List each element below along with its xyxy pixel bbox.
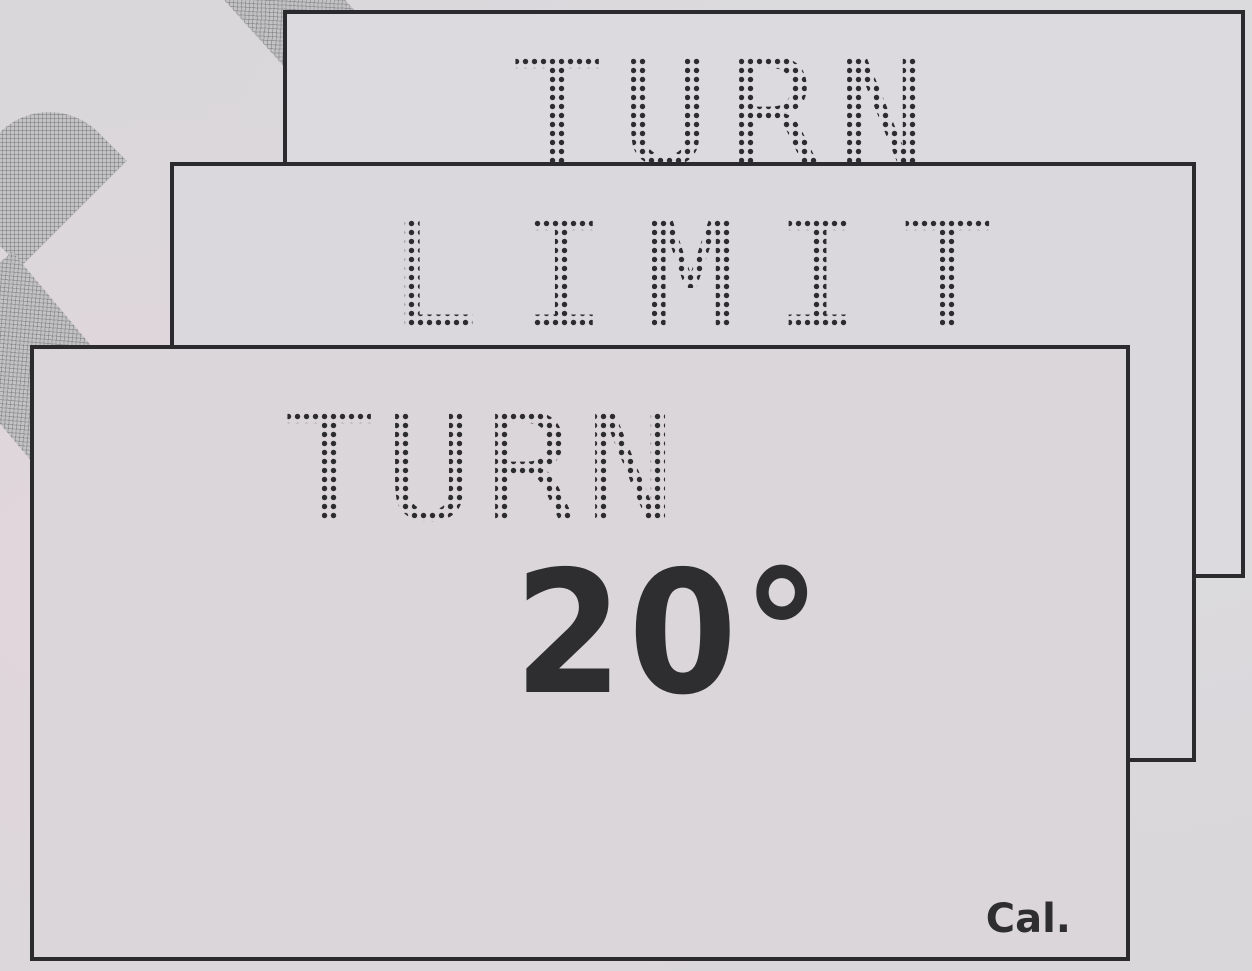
screen-title: LIMIT	[389, 189, 1031, 363]
lcd-screen-front: TURN 20° Cal.	[30, 345, 1130, 961]
display-stack: TURN LIMIT TURN 20° Cal.	[0, 0, 1252, 971]
decorative-hatch-band	[0, 83, 127, 267]
turn-limit-value: 20°	[514, 535, 827, 733]
screen-title: TURN	[284, 382, 686, 556]
calibrate-softkey-label[interactable]: Cal.	[986, 899, 1071, 939]
